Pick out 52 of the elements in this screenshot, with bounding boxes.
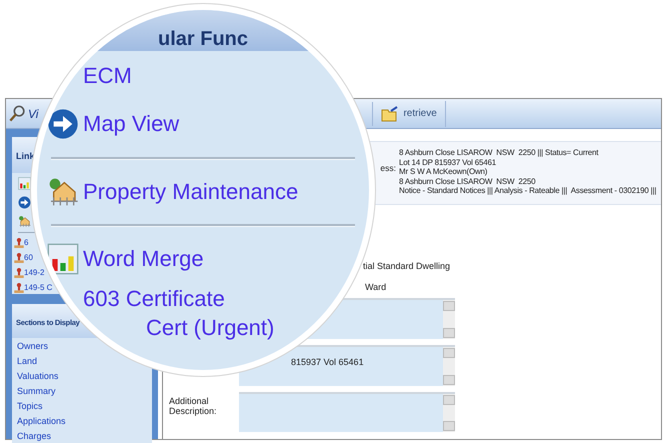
house-icon bbox=[47, 176, 79, 208]
link-item[interactable]: 60 bbox=[14, 252, 33, 264]
text-area[interactable] bbox=[239, 392, 455, 432]
section-link[interactable]: Summary bbox=[17, 385, 56, 398]
field-label: Additional Description: bbox=[169, 395, 218, 418]
summary-line: Notice - Standard Notices ||| Analysis - Rateable ||| Assessment - 0302190 ||| bbox=[399, 186, 656, 196]
view-button[interactable]: Vi bbox=[8, 102, 38, 126]
summary-line: Mr S W A McKeown(Own) bbox=[399, 167, 488, 176]
stamp-icon bbox=[14, 268, 24, 278]
scroll-down-icon[interactable] bbox=[443, 421, 455, 431]
section-link[interactable]: Owners bbox=[17, 340, 48, 353]
menu-item[interactable]: 603 Certificate bbox=[83, 287, 225, 311]
scroll-down-icon[interactable] bbox=[443, 328, 455, 338]
panel-title: ular Func bbox=[158, 29, 248, 51]
menu-item[interactable]: ECM bbox=[83, 64, 132, 88]
retrieve-button[interactable]: retrieve bbox=[373, 100, 446, 126]
search-icon bbox=[8, 104, 27, 123]
stamp-icon bbox=[14, 253, 24, 263]
section-link[interactable]: Topics bbox=[17, 400, 43, 413]
scroll-up-icon[interactable] bbox=[443, 395, 455, 405]
field-value: tial Standard Dwelling bbox=[363, 260, 450, 273]
folder-icon bbox=[381, 106, 400, 122]
stamp-icon bbox=[14, 238, 24, 248]
section-link[interactable]: Valuations bbox=[17, 370, 58, 383]
scrollbar[interactable] bbox=[443, 394, 455, 432]
menu-item[interactable]: Property Maintenance bbox=[47, 176, 298, 208]
section-link[interactable]: Charges bbox=[17, 430, 52, 443]
menu-item[interactable]: Map View bbox=[47, 108, 180, 140]
field-value: 815937 Vol 65461 bbox=[291, 357, 364, 367]
section-link[interactable]: Land bbox=[17, 355, 38, 368]
scroll-up-icon[interactable] bbox=[443, 301, 455, 311]
link-item[interactable]: 6 bbox=[14, 237, 28, 249]
panel-title: Link bbox=[16, 151, 35, 161]
text-area[interactable]: 815937 Vol 65461 bbox=[239, 345, 455, 386]
link-item[interactable]: 149-2 bbox=[14, 267, 44, 279]
scrollbar[interactable] bbox=[443, 347, 455, 386]
stamp-icon bbox=[14, 283, 24, 293]
scroll-up-icon[interactable] bbox=[443, 348, 455, 358]
summary-line: 8 Ashburn Close LISAROW NSW 2250 bbox=[399, 176, 536, 186]
summary-line: Lot 14 DP 815937 Vol 65461 bbox=[399, 158, 497, 167]
scrollbar[interactable] bbox=[443, 300, 455, 339]
summary-line: 8 Ashburn Close LISAROW NSW 2250 ||| Status= Current bbox=[399, 148, 600, 158]
link-item[interactable]: 149-5 C bbox=[14, 282, 52, 294]
section-link[interactable]: Applications bbox=[17, 415, 66, 428]
field-label: ess: bbox=[380, 162, 396, 175]
chart-icon bbox=[18, 177, 31, 190]
house-icon bbox=[18, 215, 31, 228]
chart-icon bbox=[47, 243, 79, 275]
scroll-down-icon[interactable] bbox=[443, 375, 455, 385]
field-value: Ward bbox=[364, 280, 386, 294]
menu-item[interactable]: Word Merge bbox=[47, 243, 204, 275]
menu-item[interactable]: Cert (Urgent) bbox=[146, 316, 274, 340]
